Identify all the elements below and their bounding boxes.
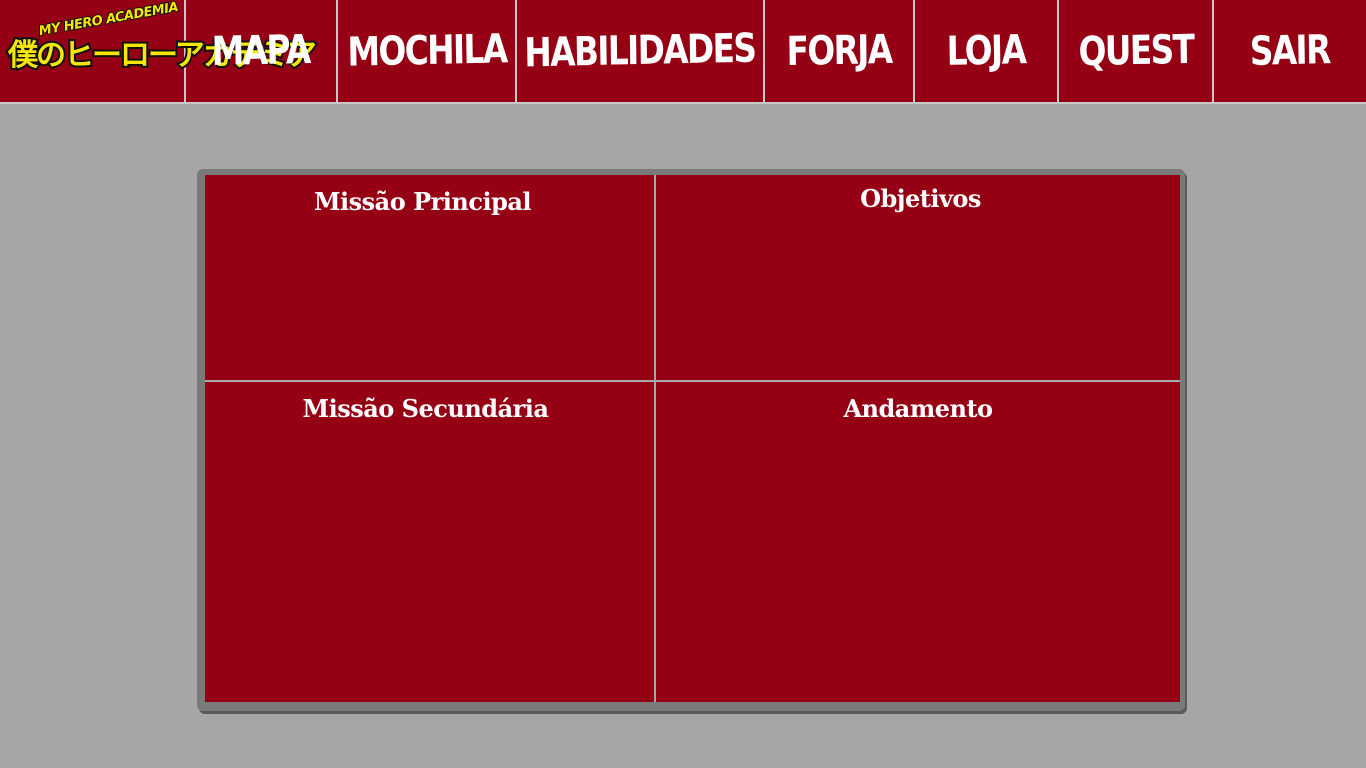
nav-item-habilidades[interactable]: HABILIDADES	[517, 0, 765, 102]
nav-item-loja[interactable]: LOJA	[915, 0, 1059, 102]
nav-item-sair[interactable]: SAIR	[1214, 0, 1366, 102]
progress-title: Andamento	[843, 394, 993, 423]
side-mission-title: Missão Secundária	[302, 394, 549, 423]
main-mission-title: Missão Principal	[313, 187, 532, 216]
nav-item-quest[interactable]: QUEST	[1059, 0, 1214, 102]
quest-panel: Missão Principal Objetivos Missão Secund…	[197, 169, 1185, 711]
nav-label-loja: LOJA	[946, 27, 1026, 75]
objectives-title: Objetivos	[860, 184, 981, 213]
nav-label-forja: FORJA	[786, 26, 892, 76]
nav-label-quest: QUEST	[1077, 26, 1194, 76]
main-mission-section: Missão Principal	[205, 175, 654, 380]
quest-grid: Missão Principal Objetivos Missão Secund…	[205, 175, 1180, 702]
side-mission-section: Missão Secundária	[205, 382, 654, 702]
objectives-section: Objetivos	[656, 175, 1180, 380]
nav-item-forja[interactable]: FORJA	[765, 0, 915, 102]
nav-label-mapa: MAPA	[211, 26, 311, 76]
my-hero-academia-logo[interactable]: MY HERO ACADEMIA 僕のヒーローアカデミア	[0, 0, 319, 102]
nav-item-mochila[interactable]: MOCHILA	[338, 0, 517, 102]
nav-label-habilidades: HABILIDADES	[524, 25, 756, 77]
top-navigation-bar: MY HERO ACADEMIA 僕のヒーローアカデミア MAPA MOCHIL…	[0, 0, 1366, 104]
nav-label-sair: SAIR	[1249, 27, 1331, 75]
progress-section: Andamento	[656, 382, 1180, 702]
nav-label-mochila: MOCHILA	[346, 26, 507, 76]
